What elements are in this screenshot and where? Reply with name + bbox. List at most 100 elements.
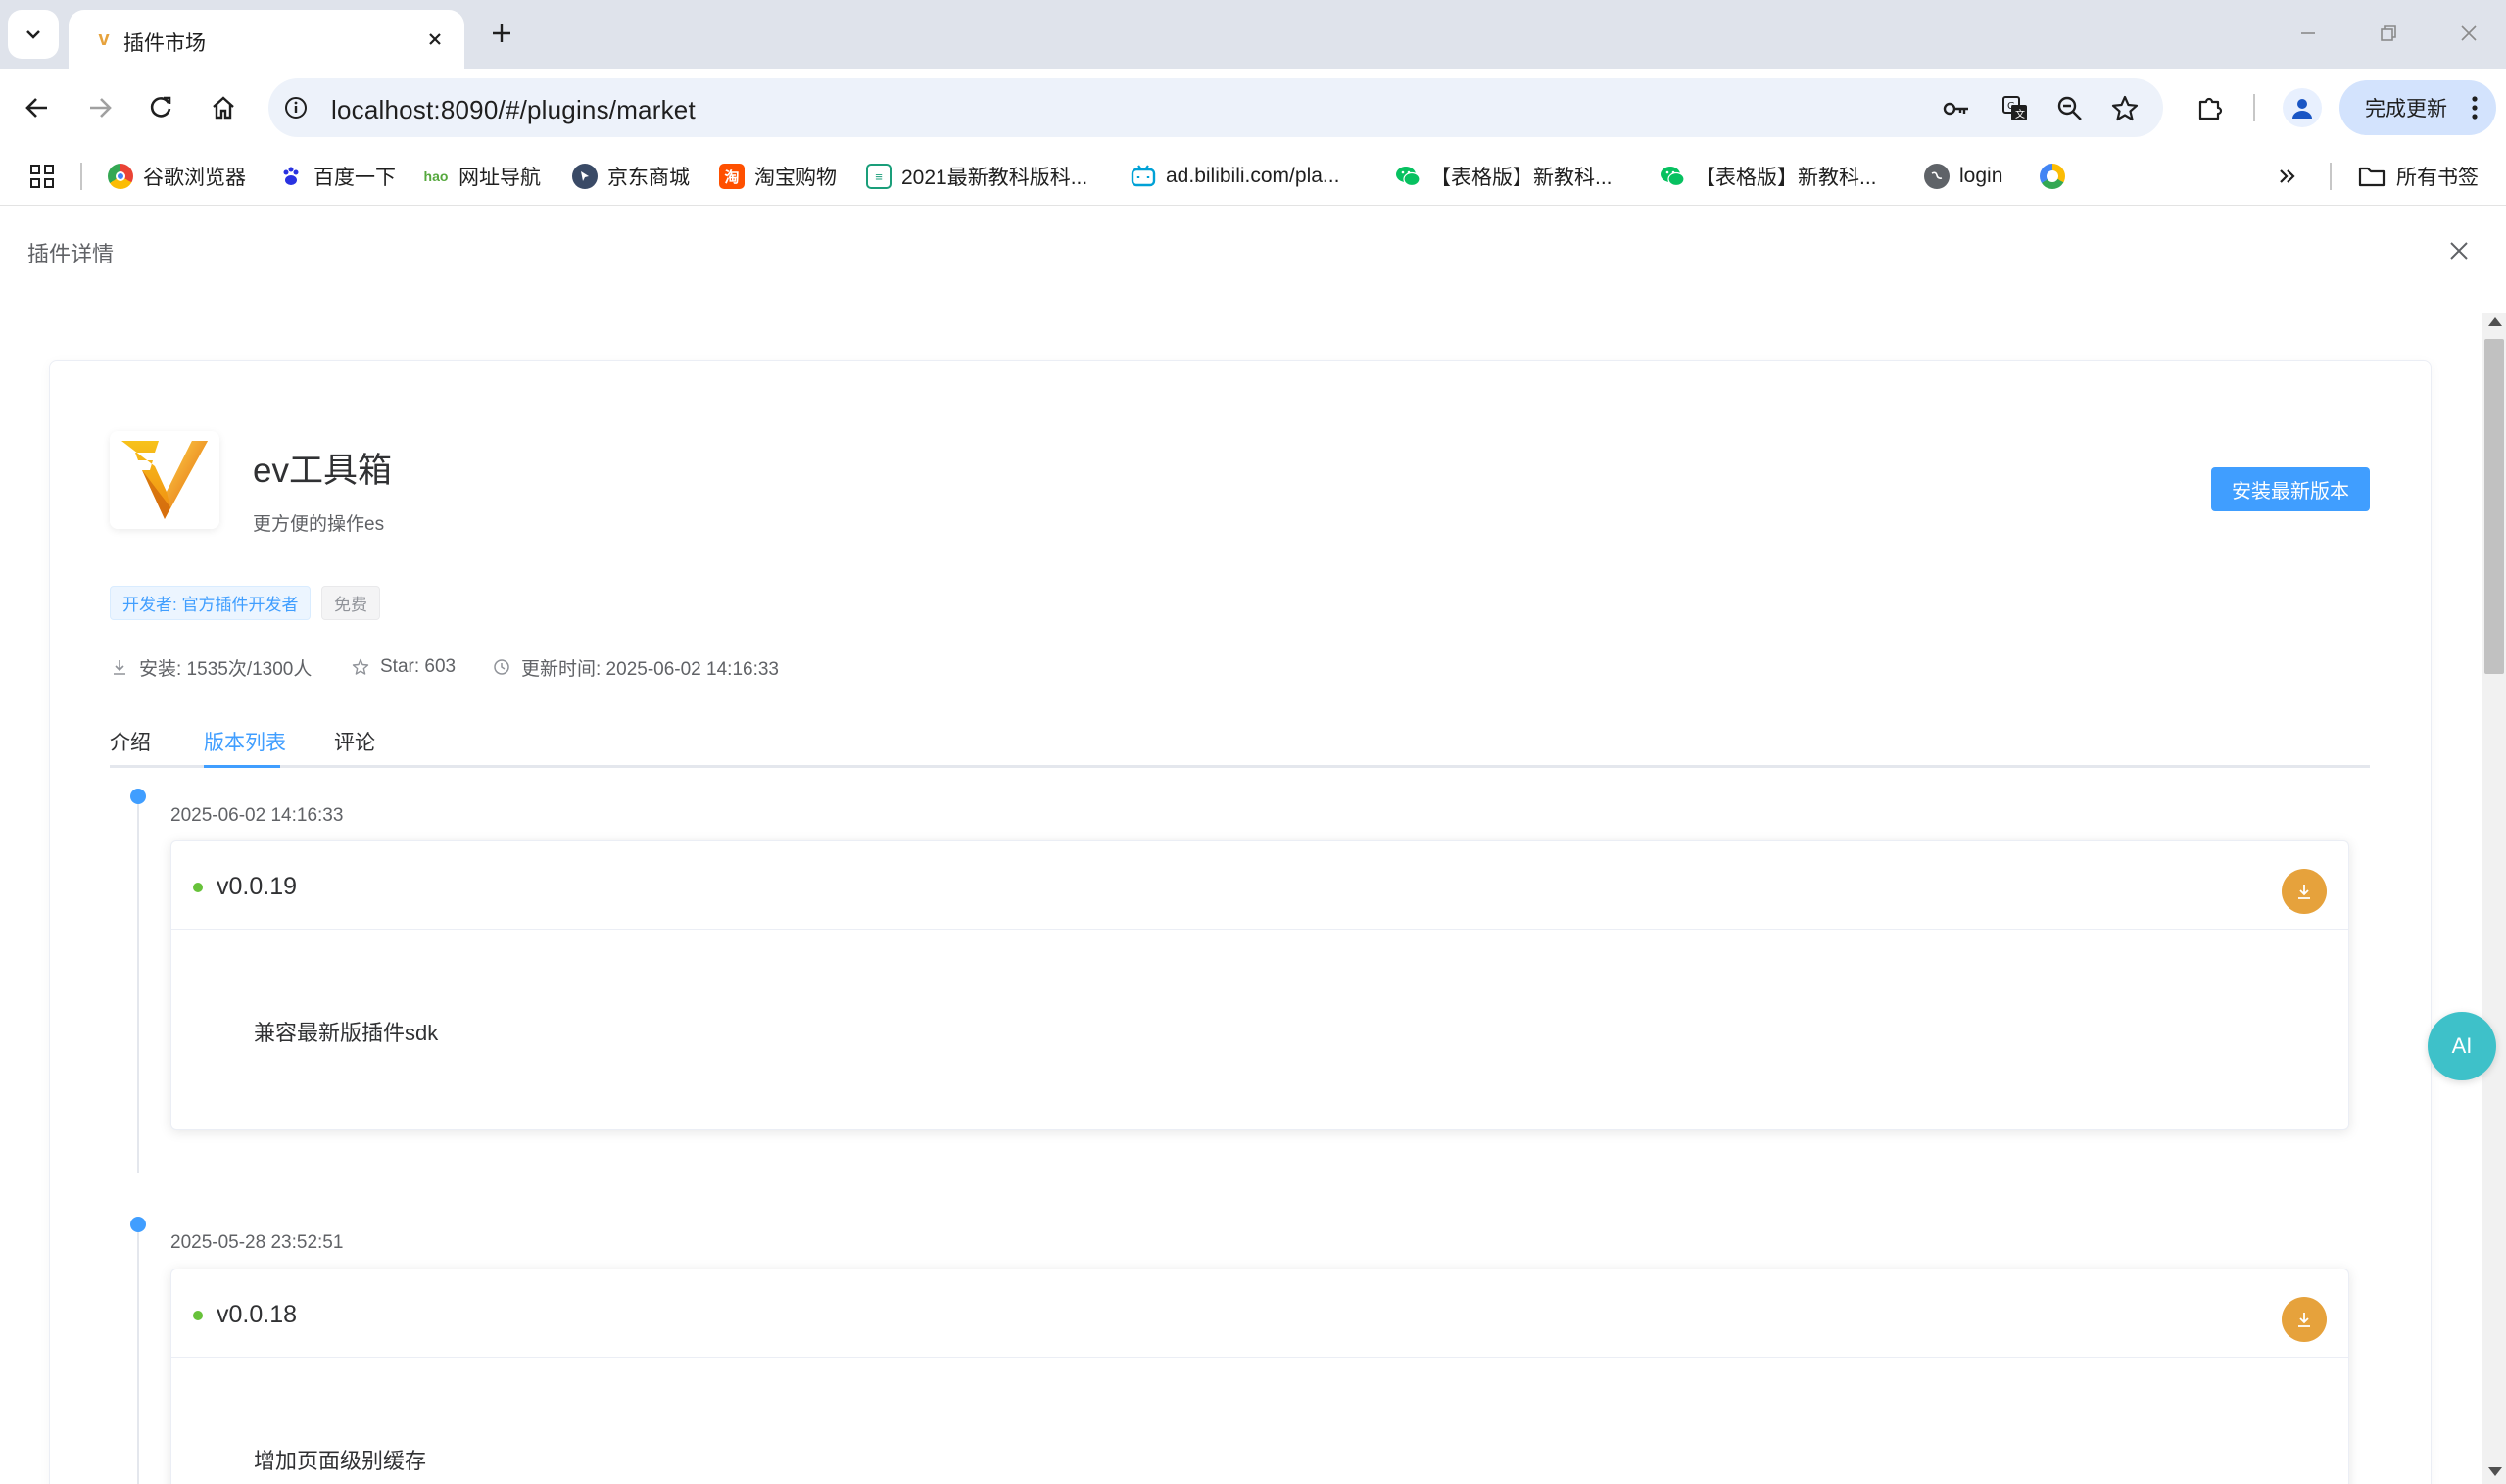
zoom-icon[interactable] [2053,92,2087,125]
scrollbar-thumb[interactable] [2484,339,2504,674]
address-bar[interactable]: localhost:8090/#/plugins/market G文 [268,78,2163,137]
bookmark-item[interactable] [2040,159,2075,194]
restore-icon[interactable] [2367,14,2410,53]
bookmark-item[interactable]: ad.bilibili.com/pla... [1131,159,1339,194]
browser-toolbar: localhost:8090/#/plugins/market G文 完成更新 [0,69,2506,147]
bookmark-item[interactable]: 淘 淘宝购物 [719,159,837,194]
timeline-dot [130,1217,146,1232]
version-card-header: v0.0.18 [171,1269,2348,1358]
more-bookmarks-icon[interactable] [2277,159,2298,194]
tab-title: 插件市场 [123,32,206,55]
home-icon[interactable] [202,86,245,129]
tab-search-button[interactable] [8,10,59,59]
profile-avatar-icon[interactable] [2283,88,2322,127]
svg-text:文: 文 [2015,108,2025,120]
version-note: 增加页面级别缓存 [254,1449,427,1473]
ai-assistant-button[interactable]: AI [2428,1012,2496,1080]
plugin-name: ev工具箱 [253,452,392,490]
bookmark-item[interactable]: hao 网址导航 [423,159,541,194]
version-card-header: v0.0.19 [171,841,2348,930]
all-bookmarks-folder[interactable]: 所有书签 [2357,159,2479,194]
install-count-stat: 安装: 1535次/1300人 [110,654,312,680]
scroll-down-arrow-icon[interactable] [2488,1467,2502,1476]
bookmark-item[interactable]: 京东商城 [572,159,690,194]
star-count-stat: Star: 603 [351,654,456,680]
bookmark-item[interactable]: 【表格版】新教科... [1660,159,1877,194]
svg-text:G: G [2007,101,2015,112]
site-info-icon[interactable] [282,94,310,121]
timeline-line [137,793,139,1173]
version-time: 2025-05-28 23:52:51 [170,1232,344,1253]
apps-grid-icon[interactable] [29,159,55,194]
timeline-line [137,1222,139,1484]
drawer-title: 插件详情 [27,242,115,266]
extensions-puzzle-icon[interactable] [2191,88,2230,127]
download-icon [110,657,129,677]
tab-versions[interactable]: 版本列表 [204,727,286,756]
forward-icon[interactable] [78,86,121,129]
download-icon [2298,1313,2310,1327]
globe-icon [1924,164,1950,189]
download-version-button[interactable] [2282,869,2327,914]
status-dot [193,883,203,892]
cursor-icon [572,164,598,189]
plugin-description: 更方便的操作es [253,514,385,535]
minimize-icon[interactable] [2287,14,2330,53]
kebab-menu-icon[interactable] [2463,92,2486,123]
plugin-tabs: 介绍 版本列表 评论 [110,725,2370,768]
version-label: v0.0.19 [217,873,298,900]
close-tab-icon[interactable] [419,24,451,55]
browser-tab[interactable]: v 插件市场 [69,10,464,69]
finish-update-button[interactable]: 完成更新 [2339,80,2496,135]
scroll-up-arrow-icon[interactable] [2488,317,2502,326]
chevron-down-icon [26,30,40,39]
updated-time-stat: 更新时间: 2025-06-02 14:16:33 [492,654,779,680]
url-text[interactable]: localhost:8090/#/plugins/market [331,95,696,125]
bookmark-item[interactable]: 百度一下 [278,159,396,194]
reload-icon[interactable] [139,86,182,129]
update-label: 完成更新 [2365,98,2447,120]
bilibili-icon [1131,164,1156,189]
version-note: 兼容最新版插件sdk [254,1021,439,1045]
bookmarks-bar: 谷歌浏览器 百度一下 hao 网址导航 京东商城 淘 淘宝购物 ≡ 2021最新… [0,147,2506,206]
ev-logo-icon [121,441,208,519]
version-card: v0.0.18 增加页面级别缓存 [170,1269,2349,1484]
download-version-button[interactable] [2282,1297,2327,1342]
version-card: v0.0.19 兼容最新版插件sdk [170,840,2349,1130]
bookmark-item[interactable]: ≡ 2021最新教科版科... [866,159,1087,194]
tab-intro[interactable]: 介绍 [110,727,151,756]
status-dot [193,1311,203,1320]
plugin-logo [110,431,219,529]
taobao-icon: 淘 [719,164,745,189]
install-latest-button[interactable]: 安装最新版本 [2211,467,2370,511]
version-label: v0.0.18 [217,1301,298,1328]
bookmark-item[interactable]: 谷歌浏览器 [108,159,246,194]
wechat-icon [1395,164,1421,189]
toolbar-separator [2253,94,2255,121]
bookmark-star-icon[interactable] [2108,92,2142,125]
timeline-dot [130,789,146,804]
password-key-icon[interactable] [1940,92,1973,125]
tab-strip: v 插件市场 [0,0,2506,69]
baidu-paw-icon [278,164,304,189]
close-drawer-icon[interactable] [2443,235,2475,266]
active-tab-indicator [204,765,280,768]
download-icon [2298,885,2310,899]
bookmark-separator [80,163,82,190]
document-icon: ≡ [866,164,892,189]
new-tab-icon[interactable] [484,16,519,51]
translate-icon[interactable]: G文 [1999,92,2032,125]
close-window-icon[interactable] [2447,14,2490,53]
back-icon[interactable] [16,86,59,129]
bookmark-separator [2330,163,2332,190]
star-icon [351,657,370,677]
plugin-favicon-icon: v [98,27,110,50]
clock-icon [492,657,511,677]
tab-comments[interactable]: 评论 [334,727,375,756]
price-tag: 免费 [321,586,380,620]
colorful-circle-icon [2040,164,2065,189]
chrome-icon [108,164,133,189]
version-time: 2025-06-02 14:16:33 [170,805,344,826]
bookmark-item[interactable]: 【表格版】新教科... [1395,159,1613,194]
bookmark-item[interactable]: login [1924,159,2002,194]
